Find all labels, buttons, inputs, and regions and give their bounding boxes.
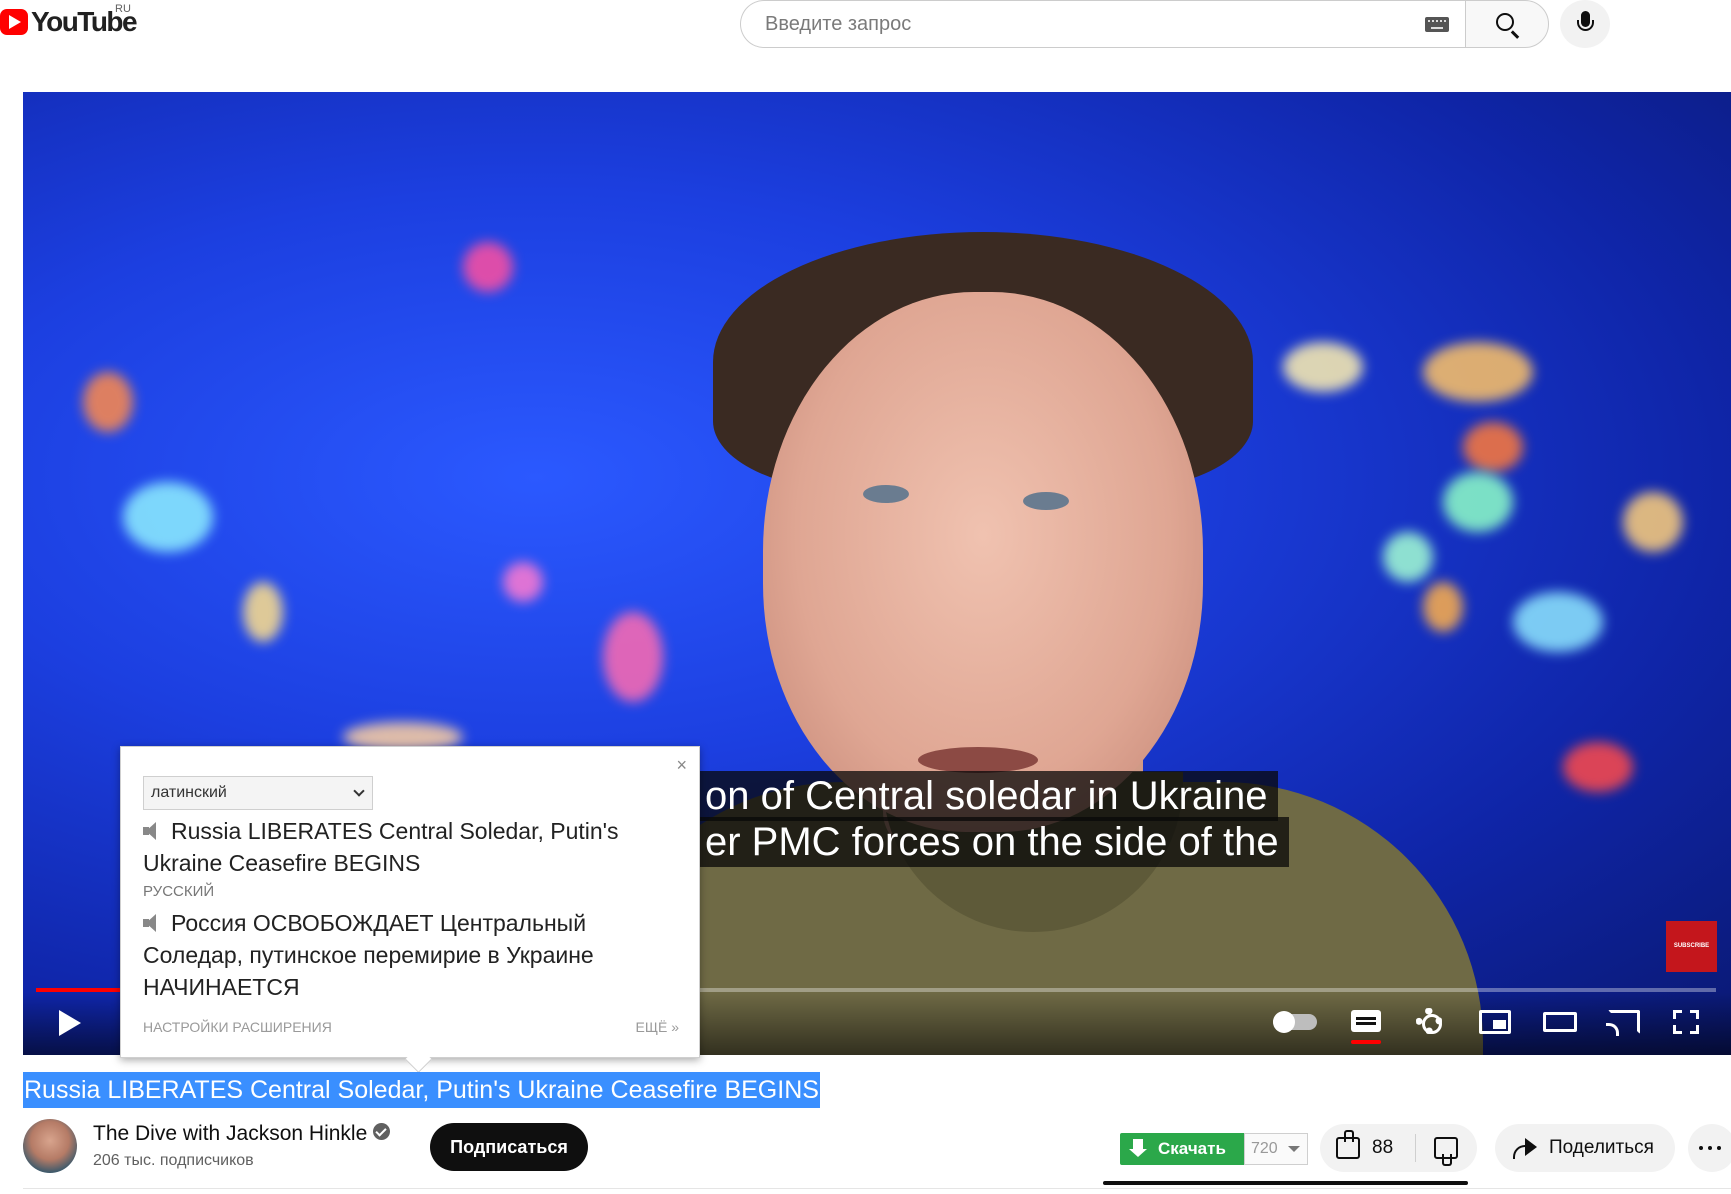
search-bar	[740, 0, 1550, 48]
settings-gear-icon[interactable]	[1416, 1008, 1442, 1034]
bokeh-light	[463, 242, 513, 292]
bokeh-light	[1513, 592, 1603, 652]
bokeh-light	[1623, 492, 1683, 552]
bokeh-light	[1463, 422, 1523, 472]
bokeh-light	[503, 562, 543, 602]
download-arrow-icon	[1129, 1139, 1147, 1157]
divider	[23, 1188, 1731, 1189]
verified-badge-icon	[373, 1123, 391, 1140]
bokeh-light	[1423, 582, 1463, 632]
presenter-eye	[863, 485, 909, 503]
bokeh-light	[1283, 342, 1363, 392]
close-icon[interactable]: ×	[676, 755, 687, 776]
source-text-content: Russia LIBERATES Central Soledar, Putin'…	[143, 818, 619, 876]
keyboard-icon[interactable]	[1425, 17, 1449, 32]
extension-settings-link[interactable]: НАСТРОЙКИ РАСШИРЕНИЯ	[143, 1019, 332, 1035]
more-link[interactable]: ЕЩЁ »	[636, 1019, 679, 1035]
selected-language: латинский	[151, 784, 227, 801]
subtitles-icon[interactable]	[1351, 1010, 1381, 1044]
quality-select[interactable]: 720	[1244, 1133, 1308, 1165]
presenter-eye	[1023, 492, 1069, 510]
video-title: Russia LIBERATES Central Soledar, Putin'…	[23, 1072, 820, 1108]
miniplayer-icon[interactable]	[1479, 1010, 1511, 1034]
bokeh-light	[1443, 472, 1513, 532]
theater-mode-icon[interactable]	[1543, 1012, 1577, 1032]
microphone-icon	[1577, 11, 1594, 31]
bokeh-light	[1383, 532, 1433, 582]
autoplay-toggle-icon[interactable]	[1273, 1011, 1317, 1033]
divider	[1415, 1134, 1416, 1162]
more-horizontal-icon	[1699, 1146, 1703, 1150]
download-label: Скачать	[1158, 1139, 1226, 1158]
thumbs-down-icon[interactable]	[1434, 1137, 1458, 1166]
masthead: YouTube RU	[0, 0, 1731, 90]
download-button[interactable]: Скачать	[1120, 1133, 1244, 1165]
target-language-label: РУССКИЙ	[143, 883, 215, 900]
speaker-icon[interactable]	[143, 914, 165, 932]
share-button[interactable]: Поделиться	[1495, 1124, 1675, 1172]
caption-line: on of Central soledar in Ukraine	[695, 771, 1278, 821]
voice-search-button[interactable]	[1560, 0, 1610, 48]
share-icon	[1513, 1137, 1537, 1159]
subscriber-count: 206 тыс. подписчиков	[93, 1152, 254, 1169]
like-count: 88	[1372, 1137, 1394, 1158]
bokeh-light	[123, 482, 213, 552]
speaker-icon[interactable]	[143, 822, 165, 840]
fullscreen-icon[interactable]	[1673, 1010, 1699, 1034]
bokeh-light	[1563, 742, 1633, 792]
bokeh-light	[603, 612, 663, 702]
thumbs-up-icon[interactable]	[1336, 1130, 1360, 1159]
scroll-indicator	[1103, 1181, 1468, 1185]
source-language-select[interactable]: латинский	[143, 776, 373, 810]
channel-name[interactable]: The Dive with Jackson Hinkle	[93, 1122, 367, 1145]
region-code: RU	[115, 3, 131, 15]
channel-avatar[interactable]	[23, 1119, 77, 1173]
caption-line: er PMC forces on the side of the	[695, 817, 1289, 867]
like-dislike-group: 88	[1320, 1124, 1477, 1172]
bokeh-light	[1423, 342, 1533, 402]
share-label: Поделиться	[1549, 1137, 1654, 1158]
end-screen-subscribe-badge[interactable]: SUBSCRIBE	[1666, 921, 1717, 972]
chevron-down-icon	[353, 785, 365, 797]
translated-text-content: Россия ОСВОБОЖДАЕТ Центральный Соледар, …	[143, 910, 594, 1000]
more-actions-button[interactable]	[1688, 1124, 1731, 1172]
translated-text: Россия ОСВОБОЖДАЕТ Центральный Соледар, …	[143, 907, 683, 1003]
translator-popup: × латинский Russia LIBERATES Central Sol…	[120, 746, 700, 1058]
presenter-mouth	[918, 747, 1038, 773]
play-icon[interactable]	[59, 1010, 81, 1036]
subscribe-button[interactable]: Подписаться	[430, 1123, 588, 1171]
channel-name-row: The Dive with Jackson Hinkle	[93, 1122, 391, 1146]
source-text: Russia LIBERATES Central Soledar, Putin'…	[143, 815, 673, 879]
cast-icon[interactable]	[1606, 1010, 1640, 1036]
search-button[interactable]	[1465, 0, 1549, 48]
bokeh-light	[83, 372, 133, 432]
search-icon	[1496, 13, 1514, 31]
search-input[interactable]	[765, 12, 1385, 36]
youtube-play-logo-icon	[0, 9, 28, 35]
bokeh-light	[243, 582, 283, 642]
search-box[interactable]	[740, 0, 1465, 48]
